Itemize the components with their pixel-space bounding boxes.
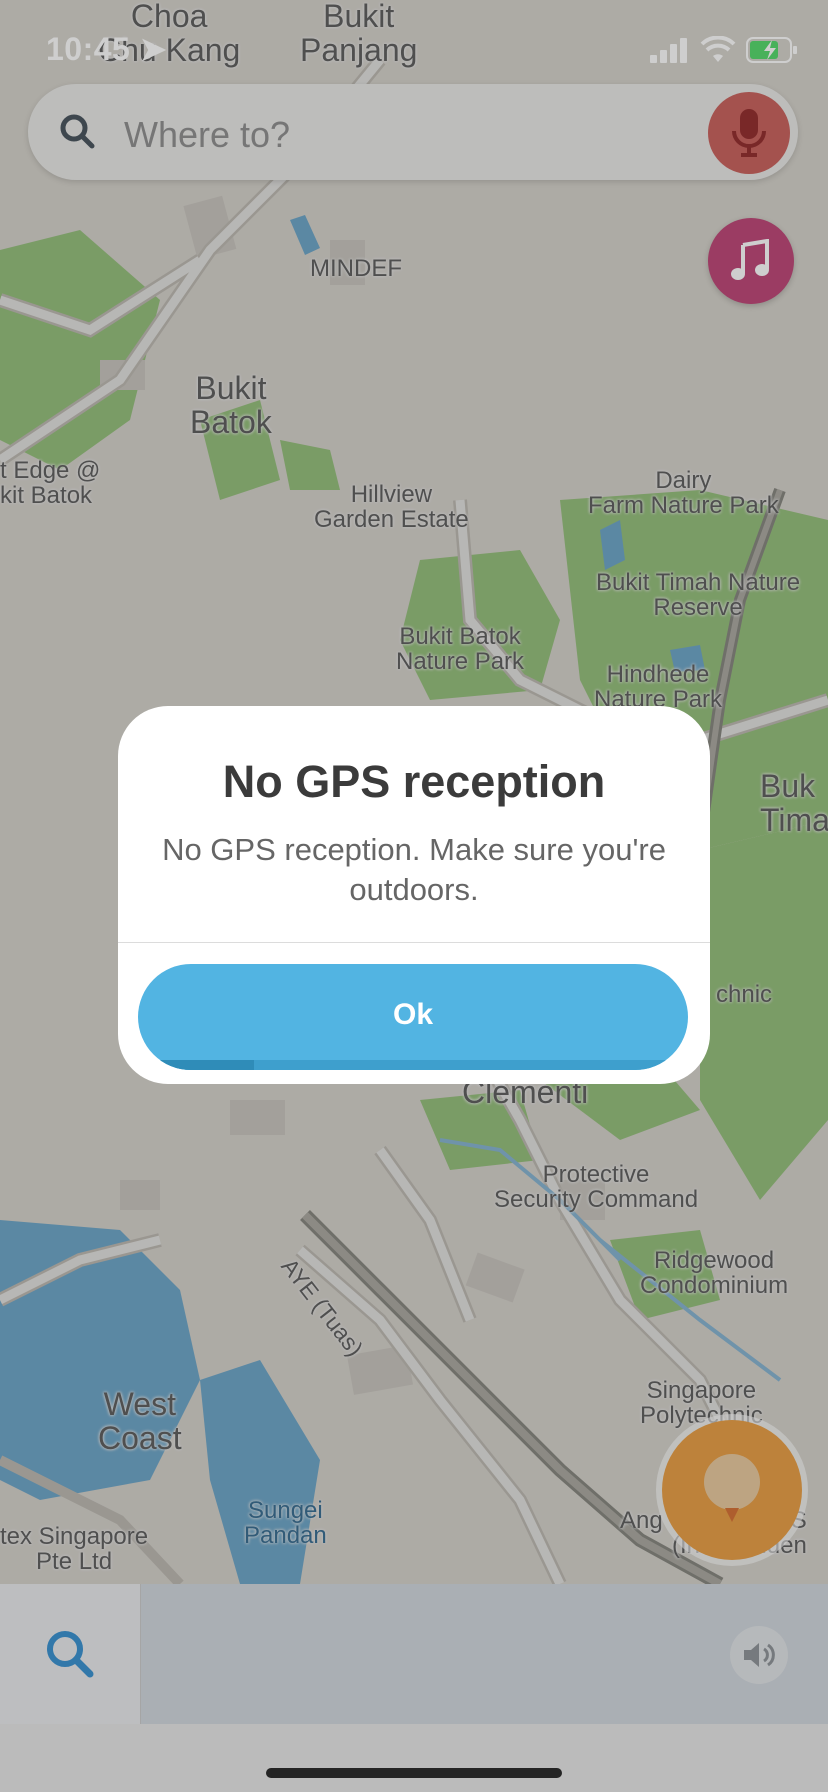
dialog-title: No GPS reception [222, 756, 606, 807]
ok-timer-progress [138, 1060, 254, 1070]
ok-button-label: Ok [392, 998, 434, 1031]
gps-alert-dialog: No GPS reception No GPS reception. Make … [118, 706, 710, 1084]
dialog-message: No GPS reception. Make sure you're outdo… [162, 832, 666, 907]
dialog-divider [118, 942, 710, 943]
ok-button[interactable]: Ok [138, 964, 688, 1070]
